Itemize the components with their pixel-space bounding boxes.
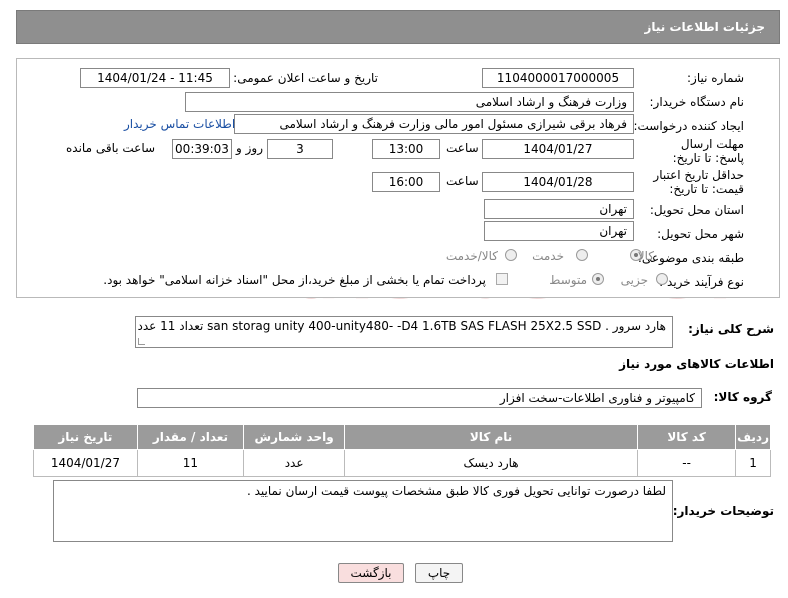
need-summary-text: هارد سرور . san storag unity 400-unity48… <box>137 319 667 333</box>
cell-item-code: -- <box>637 449 737 477</box>
col-unit: واحد شمارش <box>243 424 346 450</box>
process-radio-medium[interactable] <box>592 273 604 285</box>
cell-item-name: هارد دیسک <box>344 449 639 477</box>
days-label: روز و <box>236 141 263 155</box>
cell-unit: عدد <box>243 449 346 477</box>
page-header: جزئیات اطلاعات نیاز <box>16 10 780 44</box>
process-label: نوع فرآیند خرید : <box>659 275 744 289</box>
process-option-medium: متوسط <box>549 273 587 287</box>
deadline-time-label: ساعت <box>446 141 479 155</box>
process-radio-minor[interactable] <box>656 273 668 285</box>
creator-field: فرهاد برقی شیرازی مسئول امور مالی وزارت … <box>234 114 634 134</box>
need-summary-field: هارد سرور . san storag unity 400-unity48… <box>135 316 673 348</box>
category-option-service: خدمت <box>532 249 564 263</box>
col-quantity: تعداد / مقدار <box>136 424 245 450</box>
treasury-payment-note: پرداخت تمام یا بخشی از مبلغ خرید،از محل … <box>103 273 486 287</box>
city-label: شهر محل تحویل: <box>657 227 744 241</box>
buyer-org-field: وزارت فرهنگ و ارشاد اسلامی <box>185 92 634 112</box>
remaining-time-field: 00:39:03 <box>172 139 232 159</box>
buyer-notes-field: لطفا درصورت توانایی تحویل فوری کالا طبق … <box>53 480 673 542</box>
province-label: استان محل تحویل: <box>649 203 744 217</box>
table-header-row: ردیف کد کالا نام کالا واحد شمارش تعداد /… <box>33 424 771 450</box>
col-item-name: نام کالا <box>344 424 639 450</box>
cell-quantity: 11 <box>136 449 245 477</box>
goods-table: ردیف کد کالا نام کالا واحد شمارش تعداد /… <box>33 424 771 477</box>
announce-label: تاریخ و ساعت اعلان عمومی: <box>233 71 378 85</box>
validity-time-field: 16:00 <box>372 172 440 192</box>
deadline-time-field: 13:00 <box>372 139 440 159</box>
need-number-field: 1104000017000005 <box>482 68 634 88</box>
need-number-label: شماره نیاز: <box>687 71 744 85</box>
validity-time-label: ساعت <box>446 174 479 188</box>
goods-group-label: گروه کالا: <box>713 390 772 404</box>
print-button[interactable]: چاپ <box>415 563 463 583</box>
need-summary-label: شرح کلی نیاز: <box>688 322 774 336</box>
creator-label: ایجاد کننده درخواست: <box>633 119 744 133</box>
validity-date-field: 1404/01/28 <box>482 172 634 192</box>
table-row: 1 -- هارد دیسک عدد 11 1404/01/27 <box>33 449 771 477</box>
category-radio-both[interactable] <box>505 249 517 261</box>
remaining-label: ساعت باقی مانده <box>66 141 156 155</box>
buyer-notes-text: لطفا درصورت توانایی تحویل فوری کالا طبق … <box>246 484 666 498</box>
col-row-number: ردیف <box>735 424 771 450</box>
resize-grip-icon[interactable] <box>138 338 145 345</box>
validity-label: حداقل تاریخ اعتبار قیمت: تا تاریخ: <box>653 168 744 196</box>
goods-group-field: کامپیوتر و فناوری اطلاعات-سخت افزار <box>137 388 702 408</box>
category-radio-service[interactable] <box>576 249 588 261</box>
category-option-goods: کالا <box>637 249 654 263</box>
buyer-org-label: نام دستگاه خریدار: <box>649 95 745 109</box>
days-field: 3 <box>267 139 333 159</box>
cell-need-date: 1404/01/27 <box>33 449 138 477</box>
deadline-date-field: 1404/01/27 <box>482 139 634 159</box>
cell-row-number: 1 <box>735 449 771 477</box>
announce-datetime-field: 1404/01/24 - 11:45 <box>80 68 230 88</box>
process-option-minor: جزیی <box>620 273 648 287</box>
buyer-contact-link[interactable]: اطلاعات تماس خریدار <box>124 117 235 131</box>
deadline-label: مهلت ارسال پاسخ: تا تاریخ: <box>672 137 744 165</box>
category-option-both: کالا/خدمت <box>445 249 498 263</box>
goods-section-title: اطلاعات کالاهای مورد نیاز <box>619 357 774 371</box>
province-field: تهران <box>484 199 634 219</box>
city-field: تهران <box>484 221 634 241</box>
back-button[interactable]: بازگشت <box>338 563 404 583</box>
col-need-date: تاریخ نیاز <box>33 424 138 450</box>
buyer-notes-label: توضیحات خریدار: <box>672 504 774 518</box>
col-item-code: کد کالا <box>637 424 737 450</box>
treasury-payment-checkbox[interactable] <box>496 273 508 285</box>
page-title: جزئیات اطلاعات نیاز <box>644 20 765 34</box>
